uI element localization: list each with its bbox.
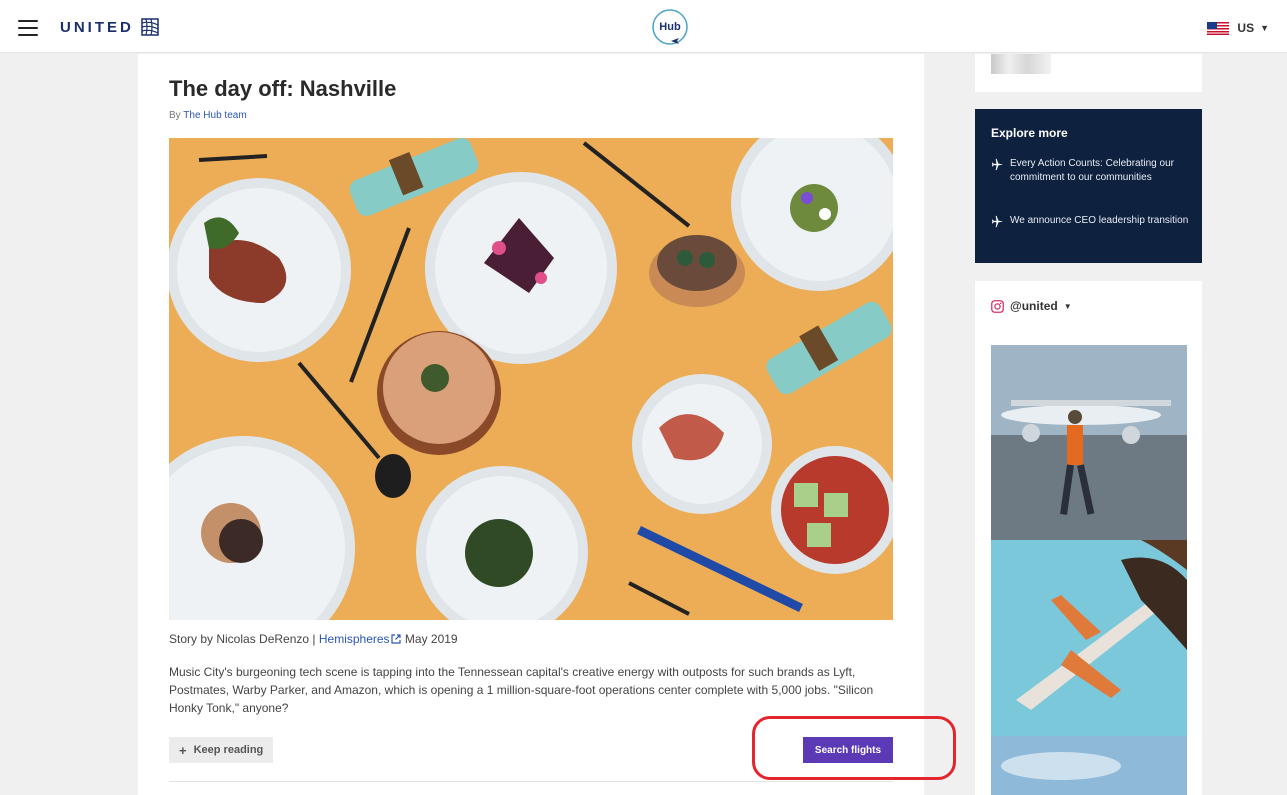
locale-label: US xyxy=(1237,21,1255,35)
keep-reading-button[interactable]: + Keep reading xyxy=(169,737,273,763)
site-header: UNITED Hub US ▼ xyxy=(0,0,1287,53)
hero-image-food-spread xyxy=(169,138,893,620)
explore-more-title: Explore more xyxy=(991,126,1068,140)
annotation-highlight xyxy=(752,716,956,780)
explore-more-panel: Explore more Every Action Counts: Celebr… xyxy=(975,109,1202,263)
united-logo[interactable]: UNITED xyxy=(60,17,160,37)
article-card: The day off: Nashville By The Hub team S… xyxy=(138,54,924,795)
story-credit: Story by Nicolas DeRenzo | Hemispheres M… xyxy=(169,632,458,646)
us-flag-icon xyxy=(1207,21,1230,35)
byline-author-link[interactable]: The Hub team xyxy=(183,110,246,121)
hemispheres-link[interactable]: Hemispheres xyxy=(319,632,390,646)
hamburger-menu-icon[interactable] xyxy=(18,20,38,36)
explore-item-label: Every Action Counts: Celebrating our com… xyxy=(1010,158,1174,183)
external-link-icon xyxy=(390,634,401,644)
united-globe-icon xyxy=(139,17,160,37)
hub-logo[interactable]: Hub xyxy=(651,8,689,48)
sidebar-previous-card xyxy=(975,54,1202,92)
article-excerpt: Music City's burgeoning tech scene is ta… xyxy=(169,665,874,715)
airplane-icon xyxy=(991,158,1004,171)
locale-selector[interactable]: US ▼ xyxy=(1207,21,1269,35)
instagram-photo-plane-palm[interactable] xyxy=(991,540,1187,736)
instagram-feed: @united ▼ xyxy=(975,281,1202,795)
byline: By The Hub team xyxy=(169,110,247,121)
instagram-photo-ground-crew[interactable] xyxy=(991,345,1187,540)
keep-reading-label: Keep reading xyxy=(193,744,264,756)
explore-item-every-action-counts[interactable]: Every Action Counts: Celebrating our com… xyxy=(991,157,1191,185)
instagram-handle: @united xyxy=(1010,299,1058,313)
byline-prefix: By xyxy=(169,110,181,121)
explore-item-label: We announce CEO leadership transition xyxy=(1010,215,1189,226)
brand-name: UNITED xyxy=(60,18,134,36)
airplane-icon xyxy=(991,215,1004,228)
chevron-down-icon: ▼ xyxy=(1063,301,1072,311)
article-title: The day off: Nashville xyxy=(169,76,397,101)
instagram-photo-sky[interactable] xyxy=(991,736,1187,795)
credit-date: May 2019 xyxy=(404,632,458,646)
sidebar-thumbnail xyxy=(991,54,1051,74)
hub-logo-text: Hub xyxy=(659,21,681,33)
divider xyxy=(169,781,893,782)
credit-prefix: Story by Nicolas DeRenzo | xyxy=(169,632,316,646)
explore-item-ceo-leadership[interactable]: We announce CEO leadership transition xyxy=(991,214,1191,228)
chevron-down-icon: ▼ xyxy=(1260,23,1269,33)
instagram-icon xyxy=(991,299,1004,313)
plus-icon: + xyxy=(179,742,187,758)
instagram-account-selector[interactable]: @united ▼ xyxy=(991,299,1072,313)
